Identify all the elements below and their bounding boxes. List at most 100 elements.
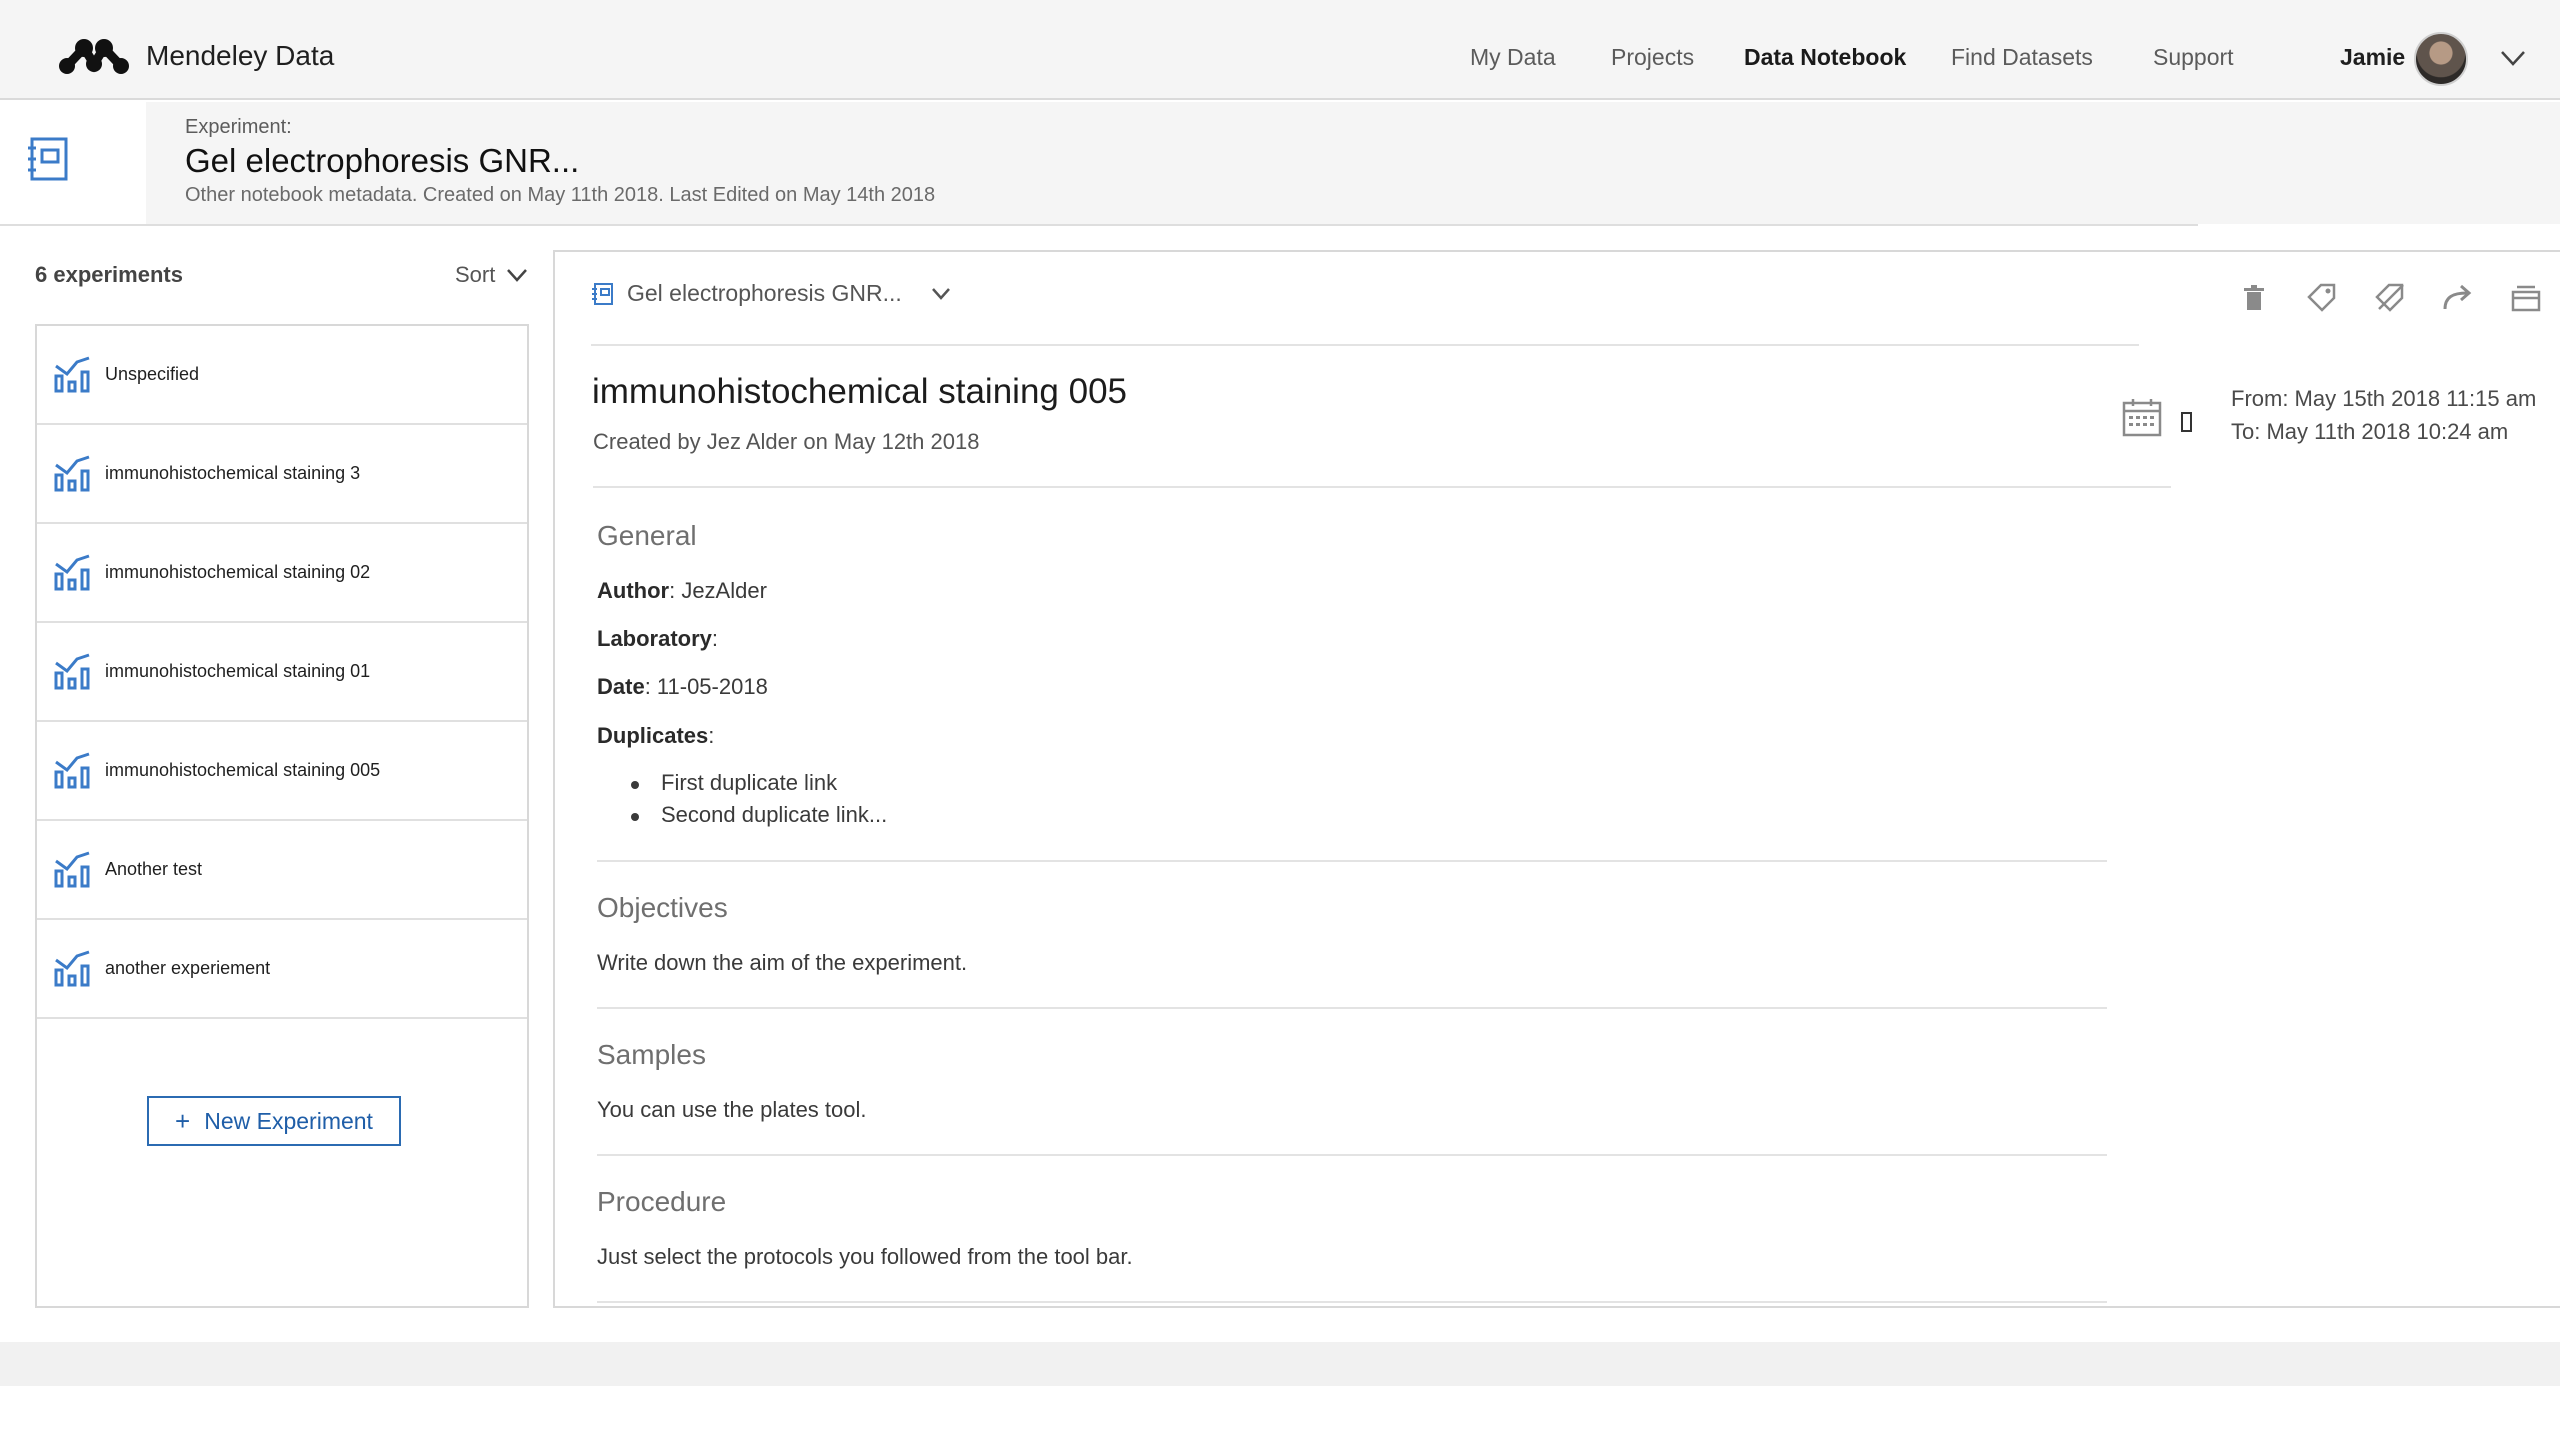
section-title: Samples [597,1039,706,1070]
section-title: Procedure [597,1186,727,1217]
chart-icon [54,356,90,393]
notebook-icon [592,282,613,305]
date-field: Date: 11-05-2018 [597,674,768,700]
duplicates-field: Duplicates: [597,723,714,749]
field-label: Laboratory [597,626,712,651]
chart-icon [54,554,90,591]
experiment-list-item[interactable]: immunohistochemical staining 3 [37,425,527,524]
new-experiment-button[interactable]: + New Experiment [147,1096,401,1146]
chevron-down-icon[interactable] [2498,46,2528,70]
nav-my-data[interactable]: My Data [1470,44,1556,71]
general-section: General Author: JezAlder Laboratory: Dat… [597,520,2127,827]
experiment-name: Unspecified [105,364,200,384]
tag-off-icon [2375,283,2404,312]
share-arrow-icon [2443,284,2472,310]
sort-label: Sort [455,262,496,287]
notebook-icon [28,137,68,181]
footer-bar [0,1342,2560,1386]
experiment-list: Unspecified immunohistochemical staining… [35,324,529,1308]
field-label: Author [597,578,670,603]
chart-icon [54,455,90,492]
field-label: Date [597,674,645,699]
experiment-name: immunohistochemical staining 3 [105,463,361,483]
field-value: : JezAlder [669,578,767,603]
notebook-breadcrumb[interactable]: Gel electrophoresis GNR... [591,280,952,307]
section-title: General [597,520,697,551]
experiment-name: immunohistochemical staining 02 [105,562,371,582]
untag-button[interactable] [2370,276,2410,320]
entry-divider [593,486,2171,488]
delete-button[interactable] [2234,276,2274,320]
share-button[interactable] [2438,276,2478,320]
entry-toolbar [2206,276,2546,320]
experiment-list-item[interactable]: Unspecified [37,326,527,425]
calendar-icon[interactable] [2121,396,2163,438]
header-divider [0,224,2198,226]
date-from: From: May 15th 2018 11:15 am [2231,386,2537,411]
experiment-list-item[interactable]: immunohistochemical staining 01 [37,623,527,722]
nav-support[interactable]: Support [2153,44,2234,71]
field-value: : 11-05-2018 [644,674,768,699]
experiment-list-item[interactable]: immunohistochemical staining 02 [37,524,527,623]
toolbar-divider [591,344,2139,346]
chevron-down-icon [931,287,950,300]
laboratory-field: Laboratory: [597,626,718,652]
nav-find-datasets[interactable]: Find Datasets [1951,44,2093,71]
new-experiment-label: New Experiment [204,1107,373,1134]
section-divider [597,860,2107,862]
experiment-list-item[interactable]: another experiement [37,920,527,1019]
experiment-header: Experiment: Gel electrophoresis GNR... O… [0,102,2560,224]
top-navigation-bar: Mendeley Data My Data Projects Data Note… [0,0,2560,100]
chart-icon [54,950,90,987]
nav-data-notebook[interactable]: Data Notebook [1744,44,1906,71]
tag-button[interactable] [2302,276,2342,320]
entry-subtitle: Created by Jez Alder on May 12th 2018 [593,429,980,454]
author-field: Author: JezAlder [597,578,767,604]
section-title: Objectives [597,892,728,923]
chevron-down-icon [507,269,528,282]
section-divider [597,1154,2107,1156]
mendeley-logo-icon[interactable] [58,34,130,78]
user-name[interactable]: Jamie [2340,44,2405,71]
experiment-metadata: Other notebook metadata. Created on May … [185,184,936,206]
section-text: Just select the protocols you followed f… [597,1244,1133,1269]
trash-icon [2244,285,2264,310]
archive-icon [2511,285,2541,312]
objectives-section: Objectives Write down the aim of the exp… [597,892,2127,976]
chart-icon [54,653,90,690]
experiment-label: Experiment: [185,116,292,138]
chart-icon [54,851,90,888]
archive-button[interactable] [2506,276,2546,320]
experiment-list-item[interactable]: Another test [37,821,527,920]
field-value: : [711,626,719,651]
experiment-list-item[interactable]: immunohistochemical staining 005 [37,722,527,821]
experiment-count: 6 experiments [35,262,183,287]
sort-button[interactable]: Sort [455,262,529,288]
duplicate-link[interactable]: First duplicate link [631,770,887,802]
experiment-detail-panel: Gel electrophoresis GNR... immunohistoch… [553,250,2560,1308]
field-label: Duplicates [597,723,709,748]
experiment-name: Another test [105,859,203,879]
samples-section: Samples You can use the plates tool. [597,1039,2127,1123]
plus-icon: + [175,1106,191,1136]
tag-icon [2307,283,2336,312]
procedure-section: Procedure Just select the protocols you … [597,1186,2127,1270]
user-avatar[interactable] [2414,32,2468,86]
section-divider [597,1301,2107,1303]
section-text: You can use the plates tool. [597,1097,867,1122]
date-range-toggle[interactable] [2181,412,2192,432]
section-divider [597,1007,2107,1009]
duplicates-list: First duplicate link Second duplicate li… [631,770,887,834]
duplicate-link[interactable]: Second duplicate link... [631,802,887,834]
brand-name[interactable]: Mendeley Data [146,40,334,72]
field-value: : [708,723,715,748]
experiment-name: immunohistochemical staining 005 [105,760,381,780]
date-range: From: May 15th 2018 11:15 am To: May 11t… [2231,382,2541,448]
entry-title: immunohistochemical staining 005 [592,372,1127,411]
nav-projects[interactable]: Projects [1611,44,1694,71]
experiment-name: immunohistochemical staining 01 [105,661,371,681]
breadcrumb-label: Gel electrophoresis GNR... [627,280,902,306]
experiment-title: Gel electrophoresis GNR... [185,142,580,179]
date-to: To: May 11th 2018 10:24 am [2231,419,2509,444]
experiment-icon-box [0,102,146,224]
